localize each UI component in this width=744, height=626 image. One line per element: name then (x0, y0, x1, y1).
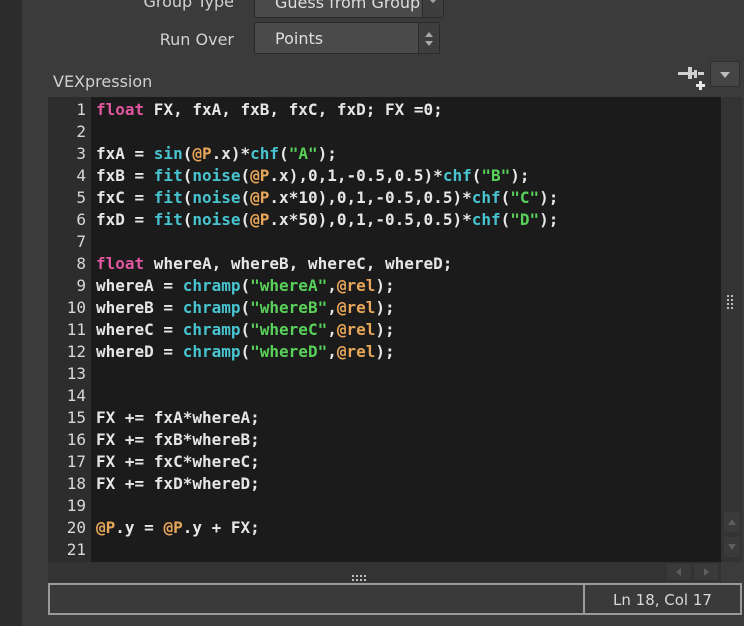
line-number: 17 (66, 452, 86, 471)
line-number: 5 (76, 188, 86, 207)
line-number: 21 (66, 540, 86, 559)
cursor-position: Ln 18, Col 17 (613, 591, 712, 609)
code-line[interactable]: whereC = chramp("whereC",@rel); (96, 320, 395, 339)
line-number: 4 (76, 166, 86, 185)
line-number: 1 (76, 100, 86, 119)
line-number: 2 (76, 122, 86, 141)
line-number: 9 (76, 276, 86, 295)
vertical-scrollbar[interactable] (721, 97, 742, 562)
chevron-down-icon (720, 72, 730, 78)
run-over-label: Run Over (159, 30, 234, 49)
code-line[interactable]: whereD = chramp("whereD",@rel); (96, 342, 395, 361)
line-number: 20 (66, 518, 86, 537)
line-number: 12 (66, 342, 86, 361)
code-line[interactable]: whereA = chramp("whereA",@rel); (96, 276, 395, 295)
line-number: 16 (66, 430, 86, 449)
code-line[interactable]: FX += fxD*whereD; (96, 474, 260, 493)
run-over-dropdown[interactable]: Points (254, 22, 440, 54)
add-parameter-icon[interactable] (676, 63, 708, 93)
line-number: 7 (76, 232, 86, 251)
code-line[interactable]: @P.y = @P.y + FX; (96, 518, 260, 537)
left-panel-strip (0, 0, 22, 626)
scroll-up-button[interactable] (724, 512, 740, 532)
arrow-right-icon (704, 568, 709, 576)
group-type-label: Group Type (143, 0, 234, 11)
line-number: 10 (66, 298, 86, 317)
chevron-down-icon[interactable] (422, 0, 443, 17)
code-line[interactable]: whereB = chramp("whereB",@rel); (96, 298, 395, 317)
code-line[interactable]: fxC = fit(noise(@P.x*10),0,1,-0.5,0.5)*c… (96, 188, 558, 207)
group-type-value: Guess from Group (275, 0, 421, 12)
line-number: 18 (66, 474, 86, 493)
code-editor[interactable]: 1 2 3 4 5 6 7 8 9 10 11 12 13 14 15 16 1… (48, 97, 721, 562)
arrow-down-icon (728, 544, 736, 550)
line-number: 8 (76, 254, 86, 273)
code-line[interactable]: FX += fxB*whereB; (96, 430, 260, 449)
line-number: 6 (76, 210, 86, 229)
line-number: 11 (66, 320, 86, 339)
line-number: 14 (66, 386, 86, 405)
code-line[interactable]: float whereA, whereB, whereC, whereD; (96, 254, 452, 273)
scroll-right-button[interactable] (694, 564, 718, 580)
code-line[interactable]: fxA = sin(@P.x)*chf("A"); (96, 144, 337, 163)
code-line[interactable]: FX += fxC*whereC; (96, 452, 260, 471)
line-number: 15 (66, 408, 86, 427)
editor-status-bar: Ln 18, Col 17 (48, 583, 742, 615)
horizontal-scrollbar[interactable] (48, 562, 721, 582)
line-number: 13 (66, 364, 86, 383)
code-line[interactable]: fxD = fit(noise(@P.x*50),0,1,-0.5,0.5)*c… (96, 210, 558, 229)
line-number-gutter: 1 2 3 4 5 6 7 8 9 10 11 12 13 14 15 16 1… (48, 97, 91, 562)
arrow-up-icon (728, 519, 736, 525)
line-number: 3 (76, 144, 86, 163)
scroll-down-button[interactable] (724, 537, 740, 557)
grip-icon[interactable] (352, 568, 366, 581)
scroll-left-button[interactable] (667, 564, 691, 580)
up-down-arrows-icon[interactable] (418, 23, 439, 53)
vexpression-label: VEXpression (53, 72, 153, 91)
arrow-left-icon (676, 568, 681, 576)
code-line[interactable]: fxB = fit(noise(@P.x),0,1,-0.5,0.5)*chf(… (96, 166, 530, 185)
run-over-value: Points (275, 29, 324, 48)
group-type-dropdown[interactable]: Guess from Group (254, 0, 444, 18)
line-number: 19 (66, 496, 86, 515)
grip-icon[interactable] (727, 294, 735, 309)
code-line[interactable]: FX += fxA*whereA; (96, 408, 260, 427)
tool-menu-button[interactable] (710, 61, 740, 87)
code-line[interactable]: float FX, fxA, fxB, fxC, fxD; FX =0; (96, 100, 443, 119)
